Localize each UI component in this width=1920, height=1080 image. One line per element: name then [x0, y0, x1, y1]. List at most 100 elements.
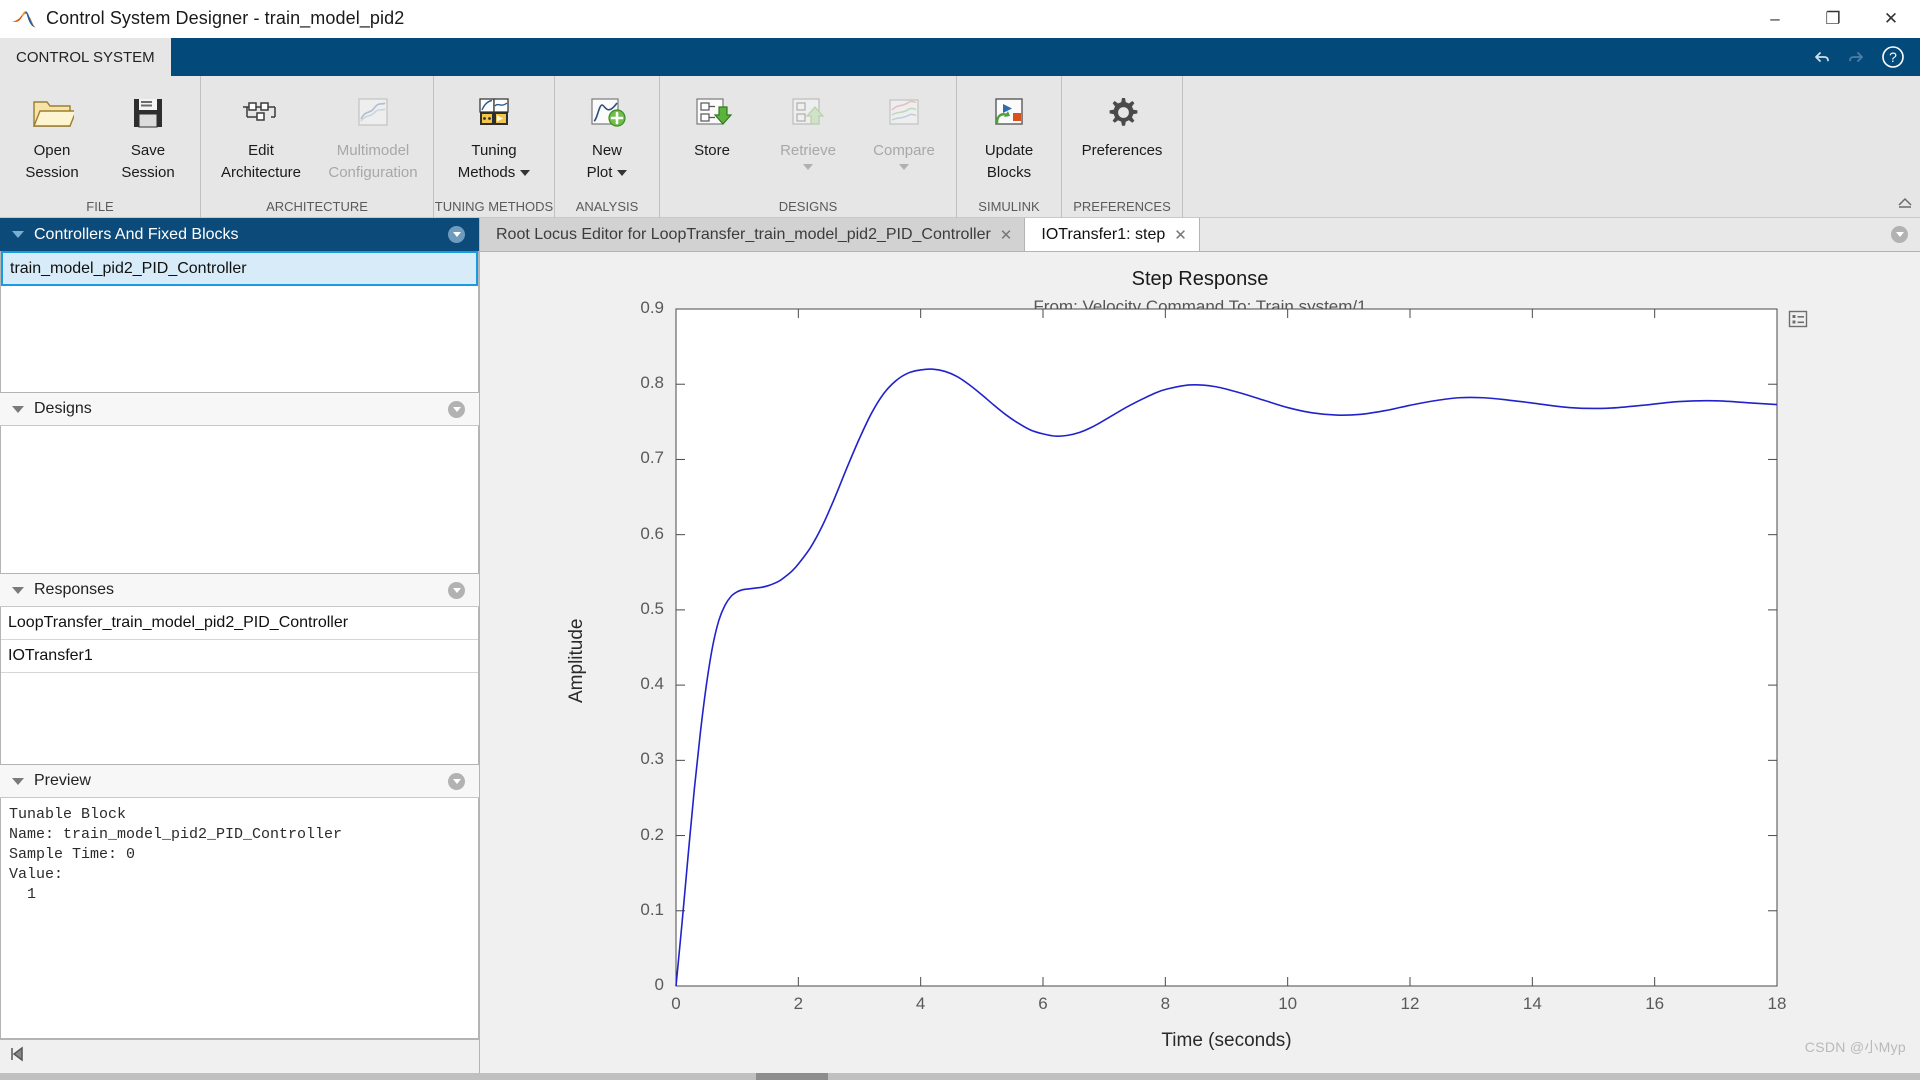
save-session-label-1: Save: [130, 142, 166, 159]
new-plot-label-2: Plot: [587, 163, 628, 182]
tab-root-locus-editor[interactable]: Root Locus Editor for LoopTransfer_train…: [480, 218, 1026, 251]
store-label: Store: [694, 142, 730, 159]
tuning-methods-label-2-text: Methods: [457, 164, 516, 181]
edit-architecture-label-2: Architecture: [220, 164, 302, 181]
document-tab-bar: Root Locus Editor for LoopTransfer_train…: [480, 218, 1920, 252]
y-tick-label: 0.1: [640, 899, 664, 919]
store-button[interactable]: Store: [664, 76, 760, 160]
title-bar: Control System Designer - train_model_pi…: [0, 0, 1920, 38]
compare-button[interactable]: Compare: [856, 76, 952, 170]
chart-canvas: [675, 308, 1778, 987]
panel-menu-icon-controllers[interactable]: [448, 226, 465, 243]
chevron-down-icon[interactable]: [803, 164, 813, 170]
scrollbar-thumb[interactable]: [756, 1073, 828, 1080]
edit-architecture-button[interactable]: Edit Architecture: [205, 76, 317, 182]
close-button[interactable]: ✕: [1862, 0, 1920, 38]
list-item-controller[interactable]: train_model_pid2_PID_Controller: [1, 251, 478, 286]
preview-text: Tunable Block Name: train_model_pid2_PID…: [9, 806, 343, 903]
multimodel-configuration-label-1: Multimodel: [336, 142, 410, 159]
horizontal-scrollbar[interactable]: [0, 1073, 1920, 1080]
step-response-plot: Step Response From: Velocity Command To:…: [480, 252, 1920, 1073]
panel-title-responses: Responses: [34, 581, 115, 598]
collapse-triangle-icon[interactable]: [12, 231, 24, 238]
list-item-response-iotransfer1[interactable]: IOTransfer1: [1, 640, 478, 673]
tuning-methods-label-2: Methods: [458, 163, 531, 182]
minimize-button[interactable]: –: [1746, 0, 1804, 38]
preferences-label: Preferences: [1081, 142, 1163, 159]
watermark: CSDN @小Mуp: [1804, 1039, 1906, 1055]
collapse-ribbon-icon[interactable]: [1896, 193, 1914, 215]
ribbon-group-label-simulink: SIMULINK: [978, 199, 1040, 214]
help-icon[interactable]: ?: [1876, 42, 1910, 72]
ribbon-group-label-preferences: PREFERENCES: [1073, 199, 1171, 214]
panel-header-preview[interactable]: Preview: [0, 765, 479, 798]
retrieve-button[interactable]: Retrieve: [760, 76, 856, 170]
multimodel-configuration-button[interactable]: Multimodel Configuration: [317, 76, 429, 182]
redo-icon[interactable]: [1840, 42, 1874, 72]
compare-label: Compare: [873, 142, 935, 159]
update-blocks-button[interactable]: Update Blocks: [961, 76, 1057, 182]
chevron-down-icon[interactable]: [899, 164, 909, 170]
x-tick-label: 8: [1160, 994, 1171, 1013]
panel-menu-icon-responses[interactable]: [448, 581, 465, 599]
update-blocks-icon: [988, 88, 1030, 138]
window-controls: – ❐ ✕: [1746, 0, 1920, 38]
tuning-grid-icon: [473, 88, 515, 138]
compare-chart-icon: [883, 88, 925, 138]
panel-header-controllers[interactable]: Controllers And Fixed Blocks: [0, 218, 479, 251]
save-session-button[interactable]: Save Session: [100, 76, 196, 182]
tab-control-system[interactable]: CONTROL SYSTEM: [0, 38, 171, 76]
store-down-arrow-icon: [691, 88, 733, 138]
designs-list[interactable]: [0, 426, 479, 574]
panel-header-designs[interactable]: Designs: [0, 393, 479, 426]
tuning-methods-button[interactable]: Tuning Methods: [438, 76, 550, 182]
chevron-down-icon[interactable]: [520, 170, 531, 177]
collapse-triangle-icon[interactable]: [12, 586, 24, 594]
y-tick-label: 0.2: [640, 824, 664, 844]
y-tick-label: 0.4: [640, 674, 664, 694]
collapse-triangle-icon[interactable]: [12, 777, 24, 785]
quick-access-toolbar: ?: [1804, 38, 1920, 76]
svg-text:?: ?: [1889, 49, 1897, 65]
panel-menu-icon-preview[interactable]: [448, 772, 465, 790]
maximize-button[interactable]: ❐: [1804, 0, 1862, 38]
close-icon[interactable]: ✕: [1000, 226, 1013, 244]
controllers-list[interactable]: train_model_pid2_PID_Controller: [0, 251, 479, 393]
panel-menu-icon-designs[interactable]: [448, 400, 465, 418]
y-axis-title: Amplitude: [566, 618, 587, 703]
go-to-start-icon[interactable]: [8, 1045, 26, 1068]
ribbon-group-preferences: Preferences PREFERENCES: [1062, 76, 1183, 218]
ribbon: Open Session Save Session FILE Edit Arch…: [0, 76, 1920, 218]
x-tick-label: 16: [1645, 994, 1665, 1013]
new-plot-button[interactable]: New Plot: [559, 76, 655, 182]
multiline-plot-icon: [353, 88, 393, 138]
ribbon-group-label-tuning-methods: TUNING METHODS: [434, 199, 554, 214]
new-plot-label-1: New: [591, 142, 622, 159]
responses-list[interactable]: LoopTransfer_train_model_pid2_PID_Contro…: [0, 607, 479, 765]
panel-header-responses[interactable]: Responses: [0, 574, 479, 607]
folder-open-icon: [30, 88, 74, 138]
x-tick-label: 4: [915, 994, 926, 1013]
ribbon-group-simulink: Update Blocks SIMULINK: [957, 76, 1062, 218]
x-tick-label: 6: [1038, 994, 1048, 1013]
tuning-methods-label-1: Tuning: [471, 142, 517, 159]
open-session-button[interactable]: Open Session: [4, 76, 100, 182]
open-session-label-1: Open: [33, 142, 71, 159]
ribbon-tab-strip: CONTROL SYSTEM ?: [0, 38, 1920, 76]
list-item-response-looptransfer[interactable]: LoopTransfer_train_model_pid2_PID_Contro…: [1, 607, 478, 640]
close-icon[interactable]: ✕: [1174, 226, 1187, 244]
tab-root-locus-editor-label: Root Locus Editor for LoopTransfer_train…: [496, 225, 991, 243]
multimodel-configuration-label-2: Configuration: [328, 164, 418, 181]
preferences-button[interactable]: Preferences: [1066, 76, 1178, 160]
new-plot-icon: [586, 88, 628, 138]
panel-title-controllers: Controllers And Fixed Blocks: [34, 225, 239, 243]
chevron-down-icon[interactable]: [617, 170, 628, 177]
ribbon-group-label-designs: DESIGNS: [778, 199, 838, 214]
document-tab-menu-icon[interactable]: [1891, 226, 1908, 243]
undo-icon[interactable]: [1804, 42, 1838, 72]
y-tick-label: 0: [654, 975, 664, 994]
panel-title-preview: Preview: [34, 772, 91, 789]
tab-iotransfer1-step[interactable]: IOTransfer1: step ✕: [1025, 218, 1200, 251]
y-tick-label: 0.8: [640, 373, 664, 393]
collapse-triangle-icon[interactable]: [12, 405, 24, 413]
